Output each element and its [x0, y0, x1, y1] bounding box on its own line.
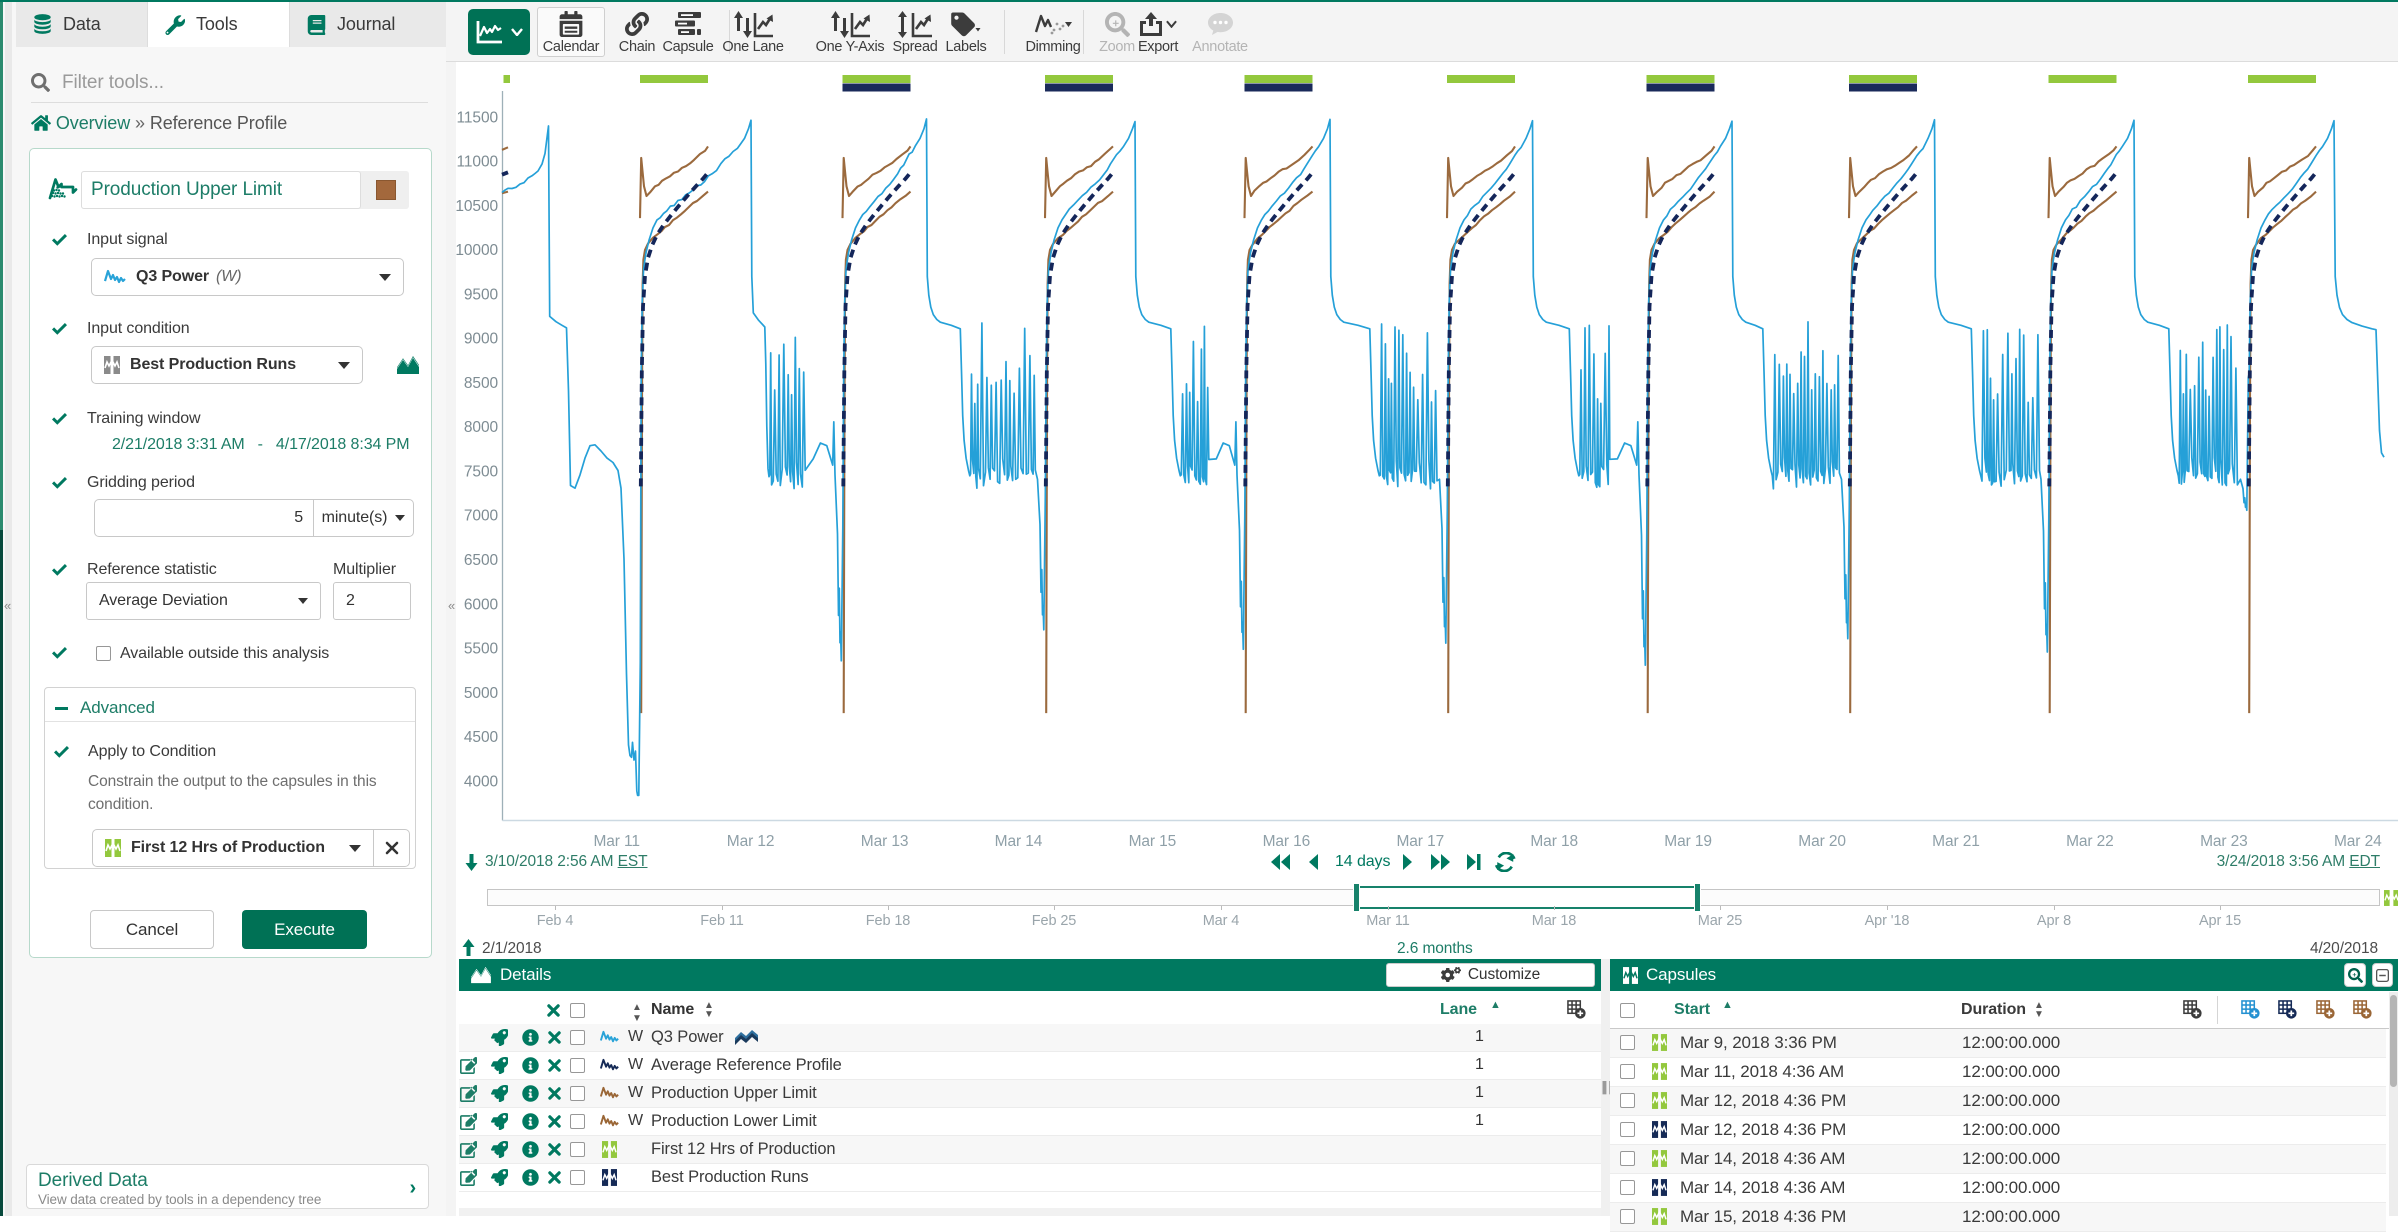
svg-text:9000: 9000	[464, 331, 499, 348]
svg-text:10500: 10500	[455, 198, 498, 215]
svg-text:11000: 11000	[457, 154, 499, 171]
svg-text:7000: 7000	[464, 508, 499, 525]
svg-text:6500: 6500	[464, 552, 499, 569]
svg-text:5500: 5500	[464, 641, 499, 658]
svg-text:8500: 8500	[464, 375, 499, 392]
svg-text:10000: 10000	[455, 242, 498, 259]
svg-text:11500: 11500	[457, 109, 499, 126]
svg-text:8000: 8000	[464, 419, 499, 436]
svg-text:9500: 9500	[464, 286, 499, 303]
svg-text:6000: 6000	[464, 596, 499, 613]
svg-text:5000: 5000	[464, 685, 499, 702]
svg-text:4500: 4500	[464, 729, 499, 746]
svg-text:4000: 4000	[464, 773, 499, 790]
svg-text:7500: 7500	[464, 464, 499, 481]
